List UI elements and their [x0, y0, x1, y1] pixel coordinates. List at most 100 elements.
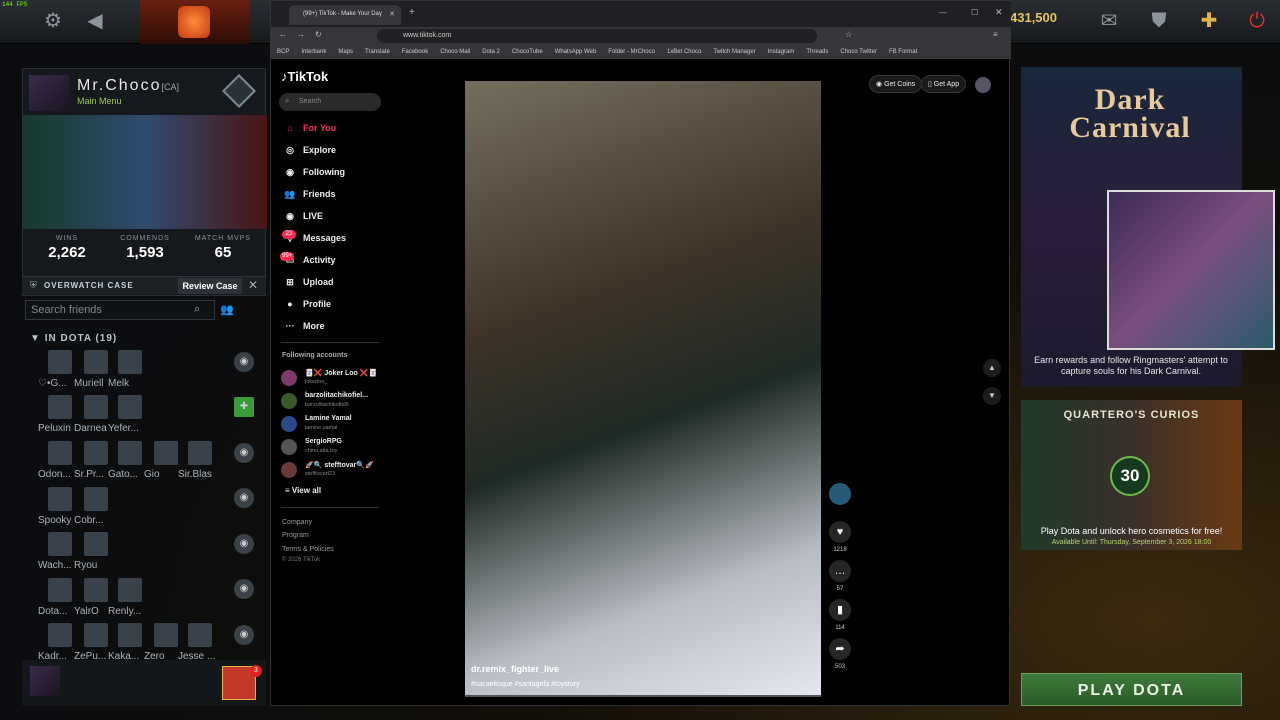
armory-icon[interactable]: ⛊: [1146, 8, 1172, 34]
following-account[interactable]: 🚀🔍 stefftovar🔍🚀 stefftovart23: [281, 461, 391, 481]
bookmark-star-icon[interactable]: ☆: [845, 30, 852, 39]
back-arrow-icon[interactable]: ←: [279, 30, 287, 39]
friend-item[interactable]: Melk: [108, 350, 144, 396]
friend-item[interactable]: Peluxin: [38, 395, 74, 441]
nav-item-messages[interactable]: ▽Messages: [283, 233, 393, 244]
nav-item-for-you[interactable]: ⌂ For You: [283, 123, 393, 133]
reload-icon[interactable]: ↻: [315, 30, 322, 39]
bookmark-item[interactable]: Interbank: [301, 49, 326, 55]
nav-item-more[interactable]: ··· More: [283, 321, 393, 331]
nav-item-friends[interactable]: 👥 Friends: [283, 189, 393, 200]
friend-item[interactable]: Spooky: [38, 487, 74, 533]
share-button[interactable]: ➦ 503: [829, 638, 851, 670]
bookmark-item[interactable]: BCP: [277, 49, 289, 55]
spectate-eye-icon[interactable]: ◉: [234, 625, 254, 645]
tiktok-logo[interactable]: ♪TikTok: [281, 69, 328, 84]
friend-item[interactable]: Dota...: [38, 578, 74, 624]
menu-icon[interactable]: ≡: [993, 30, 998, 39]
spectate-eye-icon[interactable]: ◉: [234, 488, 254, 508]
bookmark-item[interactable]: Translate: [365, 49, 390, 55]
like-button[interactable]: ♥ 1218: [829, 521, 851, 553]
footer-terms[interactable]: Terms & Policies: [282, 546, 334, 553]
spectate-eye-icon[interactable]: ◉: [234, 443, 254, 463]
search-friends-input[interactable]: Search friends: [25, 300, 215, 320]
nav-item-upload[interactable]: ⊞ Upload: [283, 277, 393, 288]
bookmark-item[interactable]: Instagram: [768, 49, 795, 55]
bookmark-item[interactable]: Choco Twitter: [840, 49, 877, 55]
dota-logo-icon[interactable]: [140, 0, 250, 44]
bookmark-item[interactable]: Maps: [338, 49, 353, 55]
video-progress-bar[interactable]: [465, 695, 821, 697]
following-account[interactable]: SergioRPG chino.aka.toy: [281, 438, 391, 458]
user-avatar[interactable]: [975, 77, 991, 93]
friend-item[interactable]: Muriell: [74, 350, 110, 396]
footer-company[interactable]: Company: [282, 519, 312, 526]
save-button[interactable]: ▮ 114: [829, 599, 851, 631]
bookmark-item[interactable]: ChocoTube: [512, 49, 543, 55]
tiktok-search-input[interactable]: Search: [279, 93, 381, 111]
nav-item-explore[interactable]: ◎ Explore: [283, 145, 393, 156]
friend-item[interactable]: Yefer...: [108, 395, 144, 441]
friend-item[interactable]: Gio: [144, 441, 180, 487]
nav-item-live[interactable]: ◉ LIVE: [283, 211, 393, 222]
footer-program[interactable]: Program: [282, 532, 309, 539]
nav-item-following[interactable]: ◉ Following: [283, 167, 393, 178]
video-author[interactable]: dr.remix_fighter_live: [471, 664, 559, 674]
bookmark-item[interactable]: Facebook: [402, 49, 428, 55]
next-video-chevron-down-icon[interactable]: ▼: [983, 387, 1001, 405]
maximize-icon[interactable]: ☐: [971, 8, 978, 17]
play-dota-button[interactable]: PLAY DOTA: [1021, 673, 1242, 706]
new-tab-icon[interactable]: +: [409, 7, 415, 18]
video-hashtags[interactable]: #sacaeltoque #santagrifa #toystory: [471, 681, 580, 688]
friend-item[interactable]: Cobr...: [74, 487, 110, 533]
bookmark-item[interactable]: Choco Mail: [440, 49, 470, 55]
get-coins-button[interactable]: ◉ Get Coins: [869, 75, 923, 93]
profile-card[interactable]: Mr.Choco[CA] Main Menu WINS 2,262 COMMEND…: [22, 68, 267, 296]
close-icon[interactable]: ✕: [248, 278, 258, 292]
spectate-eye-icon[interactable]: ◉: [234, 579, 254, 599]
prev-video-chevron-up-icon[interactable]: ▲: [983, 359, 1001, 377]
comment-button[interactable]: … 57: [829, 560, 851, 592]
bookmark-item[interactable]: Threads: [806, 49, 828, 55]
friend-item[interactable]: Sir.Blas: [178, 441, 214, 487]
bookmark-item[interactable]: Twitch Manager: [713, 49, 755, 55]
collapse-arrow-icon[interactable]: ▼: [30, 333, 45, 344]
following-account[interactable]: barzolitachikofiel... barzolitachikofiel5: [281, 392, 391, 412]
tab-tiktok[interactable]: (99+) TikTok - Make Your Day: [289, 5, 401, 25]
rank-medal-icon[interactable]: [222, 74, 256, 108]
review-case-button[interactable]: Review Case: [178, 278, 242, 294]
plus-icon[interactable]: ✚: [1196, 8, 1222, 34]
bookmark-item[interactable]: WhatsApp Web: [555, 49, 597, 55]
mail-icon[interactable]: ✉: [1096, 8, 1122, 34]
minimize-icon[interactable]: —: [939, 8, 947, 17]
spectate-eye-icon[interactable]: ◉: [234, 534, 254, 554]
bookmark-item[interactable]: Folder - MrChoco: [608, 49, 655, 55]
friend-item[interactable]: ♡•G...: [38, 350, 74, 396]
avatar[interactable]: [29, 75, 69, 111]
bookmark-item[interactable]: FB Format: [889, 49, 917, 55]
friend-item[interactable]: Ryou: [74, 532, 110, 578]
video-player[interactable]: [465, 81, 821, 697]
bookmark-item[interactable]: 1xBet Choco: [667, 49, 701, 55]
friend-item[interactable]: Gato...: [108, 441, 144, 487]
address-bar[interactable]: www.tiktok.com: [377, 29, 817, 43]
power-icon[interactable]: ⏻: [1244, 8, 1270, 34]
settings-gear-icon[interactable]: ⚙: [40, 8, 66, 34]
friend-item[interactable]: Sr.Pr...: [74, 441, 110, 487]
friend-item[interactable]: YalrO: [74, 578, 110, 624]
add-friend-icon[interactable]: 👥: [220, 303, 234, 316]
friend-item[interactable]: Renly...: [108, 578, 144, 624]
close-tab-icon[interactable]: ✕: [389, 10, 395, 18]
forward-arrow-icon[interactable]: →: [297, 30, 305, 39]
nav-item-profile[interactable]: ● Profile: [283, 299, 393, 309]
following-account[interactable]: 🃏❌ Joker Loo ❌🃏 jokerloo_: [281, 369, 391, 389]
get-app-button[interactable]: ▯ Get App: [921, 75, 967, 93]
view-all-link[interactable]: ≡ View all: [285, 486, 321, 495]
close-window-icon[interactable]: ✕: [995, 7, 1003, 18]
friend-item[interactable]: Wach...: [38, 532, 74, 578]
spectate-eye-icon[interactable]: ◉: [234, 352, 254, 372]
bookmark-item[interactable]: Dota 2: [482, 49, 500, 55]
author-avatar[interactable]: [829, 483, 851, 505]
friend-item[interactable]: Darnea: [74, 395, 110, 441]
back-icon[interactable]: ◀: [82, 8, 108, 34]
